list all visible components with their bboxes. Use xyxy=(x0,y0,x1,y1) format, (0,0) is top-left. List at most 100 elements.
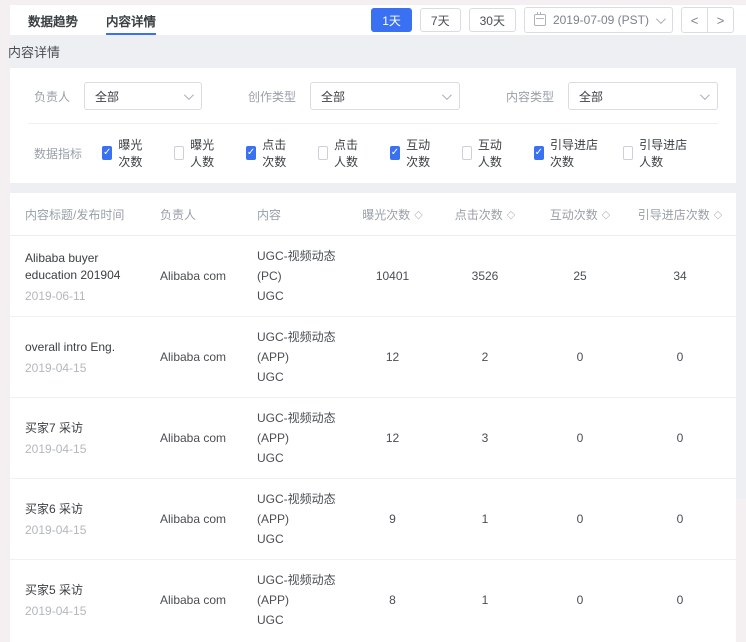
checkbox-icon: ✓ xyxy=(462,146,472,160)
content-title: Alibaba buyer education 201904 xyxy=(25,250,150,284)
cell-content-type: UGC-视频动态(APP) UGC xyxy=(257,560,350,640)
table-row[interactable]: overall intro Eng. 2019-04-15 Alibaba co… xyxy=(10,317,736,398)
cell-impressions: 9 xyxy=(350,479,435,559)
checkbox-icon: ✓ xyxy=(174,146,184,160)
table-body: Alibaba buyer education 201904 2019-06-1… xyxy=(10,236,736,640)
publish-date: 2019-04-15 xyxy=(25,361,160,375)
cell-owner: Alibaba com xyxy=(160,398,257,478)
checkbox-label: 点击人数 xyxy=(334,136,367,170)
metric-checkbox-5[interactable]: ✓ 互动人数 xyxy=(462,136,511,170)
period-button-30day[interactable]: 30天 xyxy=(469,8,516,32)
tab-data-trends[interactable]: 数据趋势 xyxy=(28,5,78,35)
checkbox-icon: ✓ xyxy=(390,146,400,160)
cell-title-date: 买家6 采访 2019-04-15 xyxy=(25,479,160,559)
cell-title-date: 买家7 采访 2019-04-15 xyxy=(25,398,160,478)
owner-name: Alibaba com xyxy=(160,512,257,526)
filter-row: 负责人 全部 创作类型 全部 内容类型 全部 xyxy=(34,82,712,110)
sort-icon[interactable]: ◇ xyxy=(714,208,722,221)
tab-label: 数据趋势 xyxy=(28,11,78,30)
content-type-line1: UGC-视频动态(APP) xyxy=(257,408,350,448)
content-type-line2: UGC xyxy=(257,610,350,630)
sort-icon[interactable]: ◇ xyxy=(602,208,610,221)
filter-label: 负责人 xyxy=(34,88,70,105)
cell-owner: Alibaba com xyxy=(160,560,257,640)
checkbox-icon: ✓ xyxy=(102,146,112,160)
column-header-clicks: 点击次数 ◇ xyxy=(435,193,535,235)
publish-date: 2019-04-15 xyxy=(25,604,160,618)
column-header-label: 引导进店次数 xyxy=(638,206,710,223)
owner-name: Alibaba com xyxy=(160,593,257,607)
date-pager: < > xyxy=(681,7,734,33)
filter-label: 内容类型 xyxy=(506,88,554,105)
content-title: 买家7 采访 xyxy=(25,420,150,437)
column-header-label: 互动次数 xyxy=(550,206,598,223)
content-title: overall intro Eng. xyxy=(25,339,150,356)
cell-owner: Alibaba com xyxy=(160,236,257,316)
cell-interactions: 25 xyxy=(535,236,625,316)
chevron-down-icon xyxy=(184,90,194,100)
column-header-impressions: 曝光次数 ◇ xyxy=(350,193,435,235)
next-day-button[interactable]: > xyxy=(707,7,734,33)
metric-checkbox-7[interactable]: ✓引导进店人数 xyxy=(623,136,689,170)
checkbox-label: 引导进店次数 xyxy=(550,136,600,170)
column-header-interactions: 互动次数 ◇ xyxy=(535,193,625,235)
creation-type-select[interactable]: 全部 xyxy=(310,82,460,110)
publish-date: 2019-04-15 xyxy=(25,442,160,456)
content-type-line2: UGC xyxy=(257,529,350,549)
sort-icon[interactable]: ◇ xyxy=(414,208,422,221)
table-row[interactable]: 买家7 采访 2019-04-15 Alibaba com UGC-视频动态(A… xyxy=(10,398,736,479)
content-table-card: 内容标题/发布时间 负责人 内容 曝光次数 ◇ 点击次数 ◇ 互动次数 ◇ 引导… xyxy=(10,193,736,642)
checkbox-label: 曝光次数 xyxy=(118,136,151,170)
checkbox-label: 曝光人数 xyxy=(190,136,223,170)
metric-checkbox-1[interactable]: ✓ 曝光人数 xyxy=(174,136,223,170)
table-row[interactable]: 买家6 采访 2019-04-15 Alibaba com UGC-视频动态(A… xyxy=(10,479,736,560)
content-title: 买家6 采访 xyxy=(25,501,150,518)
cell-store-visits: 0 xyxy=(625,479,735,559)
page-title: 内容详情 xyxy=(7,35,746,68)
sort-icon[interactable]: ◇ xyxy=(507,208,515,221)
metric-checkbox-2[interactable]: ✓点击次数 xyxy=(246,136,295,170)
date-picker[interactable]: 2019-07-09 (PST) xyxy=(524,7,673,33)
tab-content-details[interactable]: 内容详情 xyxy=(106,5,156,35)
metric-checkbox-4[interactable]: ✓互动次数 xyxy=(390,136,439,170)
cell-clicks: 2 xyxy=(435,317,535,397)
tab-label: 内容详情 xyxy=(106,11,156,30)
cell-title-date: Alibaba buyer education 201904 2019-06-1… xyxy=(25,236,160,316)
cell-content-type: UGC-视频动态(APP) UGC xyxy=(257,398,350,478)
select-value: 全部 xyxy=(579,88,603,105)
checkbox-label: 互动人数 xyxy=(478,136,511,170)
content-type-line2: UGC xyxy=(257,286,350,306)
column-header-title: 内容标题/发布时间 xyxy=(25,193,160,235)
date-range-controls: 1天 7天 30天 2019-07-09 (PST) < > xyxy=(371,7,734,33)
top-tab-bar: 数据趋势 内容详情 1天 7天 30天 2019-07-09 (PST) < > xyxy=(10,5,746,35)
filter-creation-type: 创作类型 全部 xyxy=(248,82,460,110)
owner-select[interactable]: 全部 xyxy=(84,82,202,110)
cell-content-type: UGC-视频动态(APP) UGC xyxy=(257,479,350,559)
column-header-label: 曝光次数 xyxy=(362,206,410,223)
table-row[interactable]: Alibaba buyer education 201904 2019-06-1… xyxy=(10,236,736,317)
cell-store-visits: 0 xyxy=(625,317,735,397)
content-type-select[interactable]: 全部 xyxy=(568,82,718,110)
checkbox-label: 点击次数 xyxy=(262,136,295,170)
calendar-icon xyxy=(534,14,546,26)
cell-store-visits: 34 xyxy=(625,236,735,316)
period-button-7day[interactable]: 7天 xyxy=(420,8,461,32)
column-header-content: 内容 xyxy=(257,193,350,235)
cell-clicks: 1 xyxy=(435,479,535,559)
filter-content-type: 内容类型 全部 xyxy=(506,82,718,110)
cell-clicks: 3 xyxy=(435,398,535,478)
cell-interactions: 0 xyxy=(535,398,625,478)
metrics-row: 数据指标 ✓曝光次数✓曝光人数✓点击次数✓点击人数✓互动次数✓互动人数✓引导进店… xyxy=(34,136,712,170)
content-title: 买家5 采访 xyxy=(25,582,150,599)
filter-owner: 负责人 全部 xyxy=(34,82,202,110)
table-row[interactable]: 买家5 采访 2019-04-15 Alibaba com UGC-视频动态(A… xyxy=(10,560,736,640)
metric-checkbox-6[interactable]: ✓引导进店次数 xyxy=(534,136,600,170)
content-type-line1: UGC-视频动态(PC) xyxy=(257,246,350,286)
prev-day-button[interactable]: < xyxy=(681,7,708,33)
metric-checkbox-3[interactable]: ✓点击人数 xyxy=(318,136,367,170)
period-button-1day[interactable]: 1天 xyxy=(371,8,412,32)
cell-owner: Alibaba com xyxy=(160,479,257,559)
metric-checkbox-0[interactable]: ✓ 曝光次数 xyxy=(102,136,151,170)
cell-clicks: 3526 xyxy=(435,236,535,316)
owner-name: Alibaba com xyxy=(160,350,257,364)
